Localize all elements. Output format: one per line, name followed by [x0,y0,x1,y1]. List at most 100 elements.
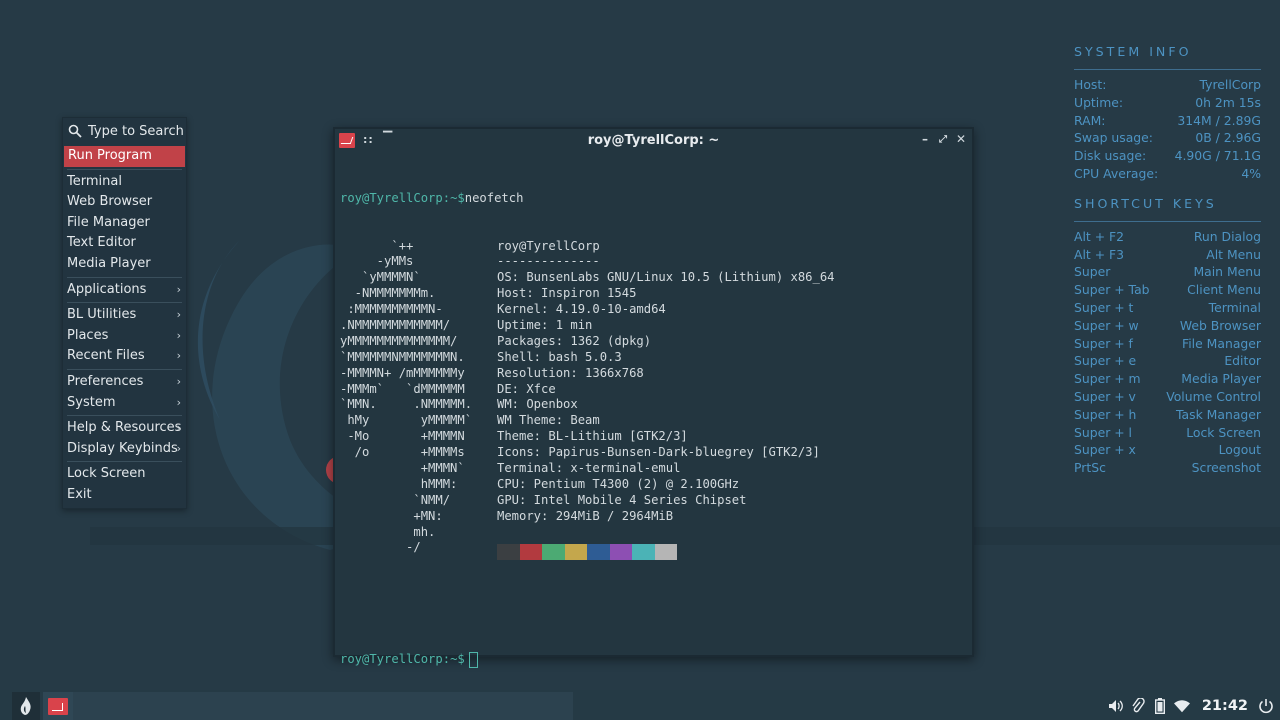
conky-value: Lock Screen [1186,424,1261,440]
taskbar-terminal-button[interactable] [43,692,73,720]
menu-item-system[interactable]: System › [63,393,186,414]
system-info-line: roy@TyrellCorp [497,238,600,253]
menu-item-media-player[interactable]: Media Player [63,254,186,275]
menu-item-display-keybinds[interactable]: Display Keybinds › [63,439,186,460]
ascii-logo-line: mh. [340,524,436,539]
menu-item-bl-utilities[interactable]: BL Utilities › [63,305,186,326]
system-info-line: DE: Xfce [497,381,556,396]
menu-item-preferences[interactable]: Preferences › [63,372,186,393]
menu-item-lock-screen[interactable]: Lock Screen [63,464,186,485]
conky-row: Super + t Terminal [1074,299,1261,317]
ascii-logo-line: hMMM: [340,476,458,491]
menu-item-applications[interactable]: Applications › [63,280,186,301]
command-text: neofetch [464,190,524,205]
menu-separator [67,368,182,370]
neofetch-line: mh. [340,525,968,541]
wifi-icon[interactable] [1173,698,1190,714]
conky-row: Alt + F3 Alt Menu [1074,246,1261,264]
menu-separator [67,302,182,304]
conky-key: Super + m [1074,371,1141,387]
conky-value: Screenshot [1191,460,1261,476]
system-info-line: Shell: bash 5.0.3 [497,349,622,364]
chevron-right-icon: › [176,282,181,296]
menu-item-help-resources[interactable]: Help & Resources › [63,418,186,439]
ascii-logo-line: +MMMN` [340,460,465,475]
conky-value: Main Menu [1193,264,1261,280]
neofetch-line: `MMN. .NMMMMM. WM: Openbox [340,397,968,413]
conky-row: PrtSc Screenshot [1074,459,1261,477]
task-list [73,692,573,720]
menu-item-run-program[interactable]: Run Program [64,146,185,167]
bunsen-menu-button[interactable] [12,692,40,720]
color-swatch [654,544,677,561]
volume-icon[interactable] [1108,698,1124,714]
menu-item-file-manager[interactable]: File Manager [63,213,186,234]
conky-key: Super + x [1074,442,1136,458]
terminal-app-icon [48,697,68,715]
terminal-output[interactable]: roy@TyrellCorp:~$ neofetch `++ roy@Tyrell… [340,159,968,668]
conky-value: Logout [1218,442,1261,458]
clipboard-icon[interactable] [1130,698,1146,714]
system-info-line: GPU: Intel Mobile 4 Series Chipset [497,492,747,507]
conky-key: Super + v [1074,388,1136,404]
menu-item-recent-files[interactable]: Recent Files › [63,346,186,367]
system-info-line: Packages: 1362 (dpkg) [497,333,652,348]
chevron-right-icon: › [176,328,181,342]
ascii-logo-line: -MMMm` `dMMMMMM [340,381,465,396]
conky-row: Super + e Editor [1074,352,1261,370]
menu-item-text-editor[interactable]: Text Editor [63,233,186,254]
menu-search[interactable]: Type to Search [63,118,186,144]
current-prompt-line: roy@TyrellCorp:~$ [340,651,968,668]
ascii-logo-line: :MMMMMMMMMMN- [340,302,443,317]
conky-panel: SYSTEM INFO Host: TyrellCorp Uptime: 0h 2m … [1074,42,1261,477]
minimize-icon[interactable]: – [918,132,932,146]
close-icon[interactable]: ✕ [954,132,968,146]
neofetch-line: -MMMm` `dMMMMMM DE: Xfce [340,382,968,398]
chevron-right-icon: › [176,421,181,435]
ascii-logo-line: `MMN. .NMMMMM. [340,397,473,412]
color-swatch [542,544,565,561]
system-info-line: Memory: 294MiB / 2964MiB [497,508,674,523]
conky-key: Super + Tab [1074,282,1150,298]
conky-row: Super + w Web Browser [1074,317,1261,335]
menu-separator [67,168,182,170]
conky-row: Disk usage: 4.90G / 71.1G [1074,147,1261,165]
conky-row: Alt + F2 Run Dialog [1074,228,1261,246]
neofetch-line: `MMMMMMNMMMMMMMN. Shell: bash 5.0.3 [340,350,968,366]
conky-row: Swap usage: 0B / 2.96G [1074,129,1261,147]
ascii-logo-line: `++ [340,238,414,253]
taskbar: 21:42 [0,690,1280,720]
conky-value: Terminal [1208,299,1261,315]
terminal-titlebar[interactable]: :: ▔ roy@TyrellCorp: ~ – ⤢ ✕ [335,129,972,153]
conky-value: Media Player [1181,371,1261,387]
menu-item-exit[interactable]: Exit [63,485,186,506]
neofetch-line: -NMMMMMMMm. Host: Inspiron 1545 [340,286,968,302]
system-info-line: Uptime: 1 min [497,317,593,332]
conky-row: RAM: 314M / 2.89G [1074,112,1261,130]
maximize-icon[interactable]: ⤢ [936,134,950,145]
system-info-line: CPU: Pentium T4300 (2) @ 2.100GHz [497,476,740,491]
conky-key: Alt + F2 [1074,228,1125,244]
battery-icon[interactable] [1152,698,1168,714]
system-info-line: -------------- [497,254,600,269]
neofetch-line: /o +MMMMs Icons: Papirus-Bunsen-Dark-blue… [340,445,968,461]
menu-item-places[interactable]: Places › [63,326,186,347]
power-icon[interactable] [1258,698,1274,714]
divider [1074,220,1261,222]
conky-value: 0B / 2.96G [1195,130,1261,146]
ascii-logo-line: -yMMs [340,254,414,269]
conky-value: Editor [1224,353,1261,369]
color-swatch [587,544,610,561]
clock[interactable]: 21:42 [1202,698,1248,714]
root-menu: Type to Search Run Program Terminal Web … [62,117,187,509]
conky-key: Super + h [1074,406,1137,422]
conky-key: Super + l [1074,424,1133,440]
menu-separator [67,461,182,463]
system-info-line: Theme: BL-Lithium [GTK2/3] [497,429,688,444]
neofetch-line: hMMM: CPU: Pentium T4300 (2) @ 2.100GHz [340,477,968,493]
menu-item-terminal[interactable]: Terminal [63,172,186,193]
menu-item-web-browser[interactable]: Web Browser [63,192,186,213]
neofetch-line: +MMMN` Terminal: x-terminal-emul [340,461,968,477]
conky-row: Host: TyrellCorp [1074,76,1261,94]
conky-value: 0h 2m 15s [1195,94,1261,110]
